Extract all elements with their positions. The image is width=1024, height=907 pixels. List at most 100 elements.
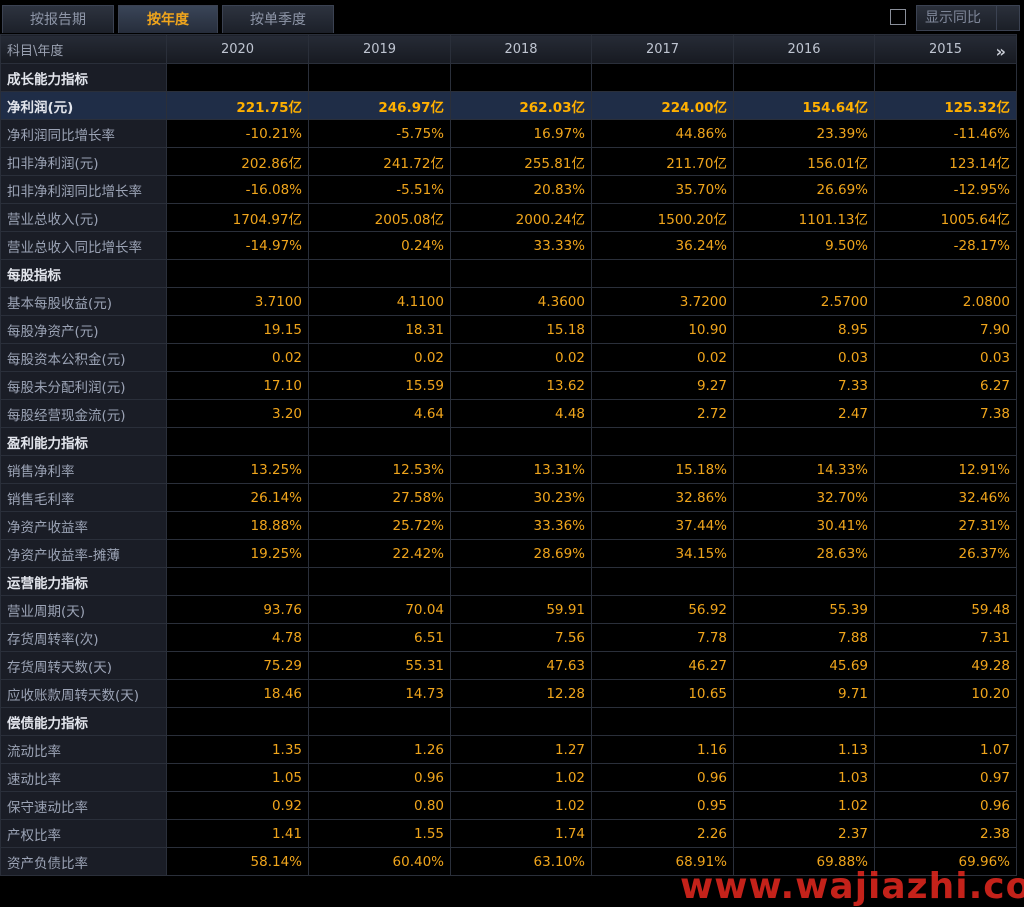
table-cell: -28.17% bbox=[874, 231, 1017, 260]
table-cell: 0.96 bbox=[874, 791, 1017, 820]
table-cell: 202.86亿 bbox=[166, 147, 309, 176]
year-header[interactable]: 2017 bbox=[591, 34, 734, 64]
table-cell bbox=[733, 427, 875, 456]
table-cell: 9.27 bbox=[591, 371, 734, 400]
table-cell: 18.46 bbox=[166, 679, 309, 708]
table-cell: 59.91 bbox=[450, 595, 592, 624]
table-cell: 7.90 bbox=[874, 315, 1017, 344]
table-cell bbox=[166, 63, 309, 92]
table-cell: -5.75% bbox=[308, 119, 451, 148]
table-cell: 6.51 bbox=[308, 623, 451, 652]
table-cell: 0.02 bbox=[450, 343, 592, 372]
table-cell: 10.65 bbox=[591, 679, 734, 708]
row-label: 应收账款周转天数(天) bbox=[0, 679, 167, 708]
table-cell: 36.24% bbox=[591, 231, 734, 260]
table-cell: 0.92 bbox=[166, 791, 309, 820]
table-cell: 22.42% bbox=[308, 539, 451, 568]
table-cell: 7.31 bbox=[874, 623, 1017, 652]
table-cell: 7.33 bbox=[733, 371, 875, 400]
table-cell: 1101.13亿 bbox=[733, 203, 875, 232]
table-cell: 18.88% bbox=[166, 511, 309, 540]
tab-by-year[interactable]: 按年度 bbox=[118, 5, 218, 33]
row-label: 保守速动比率 bbox=[0, 791, 167, 820]
table-cell: 17.10 bbox=[166, 371, 309, 400]
row-label: 流动比率 bbox=[0, 735, 167, 764]
table-cell: 0.02 bbox=[166, 343, 309, 372]
table-row: 基本每股收益(元) 3.7100 4.1100 4.3600 3.7200 2.5700 2… bbox=[0, 287, 1017, 316]
table-row: 净资产收益率 18.88% 25.72% 33.36% 37.44% 30.41% 27.3… bbox=[0, 511, 1017, 540]
table-cell bbox=[874, 567, 1017, 596]
table-cell: 1.02 bbox=[450, 763, 592, 792]
table-cell: 2.47 bbox=[733, 399, 875, 428]
more-columns-icon[interactable]: » bbox=[996, 42, 1006, 61]
table-cell: 1.55 bbox=[308, 819, 451, 848]
table-cell: 26.14% bbox=[166, 483, 309, 512]
table-cell: 13.62 bbox=[450, 371, 592, 400]
table-cell: 3.7200 bbox=[591, 287, 734, 316]
year-header[interactable]: 2020 bbox=[166, 34, 309, 64]
table-cell bbox=[166, 567, 309, 596]
table-cell: 37.44% bbox=[591, 511, 734, 540]
table-cell: 0.96 bbox=[308, 763, 451, 792]
tab-by-quarter[interactable]: 按单季度 bbox=[222, 5, 334, 33]
table-cell: 255.81亿 bbox=[450, 147, 592, 176]
section-title: 成长能力指标 bbox=[0, 63, 167, 92]
table-cell: 75.29 bbox=[166, 651, 309, 680]
table-cell: 60.40% bbox=[308, 847, 451, 876]
year-header[interactable]: 2016 bbox=[733, 34, 875, 64]
row-label: 净利润同比增长率 bbox=[0, 119, 167, 148]
table-cell: 2000.24亿 bbox=[450, 203, 592, 232]
table-row: 净利润同比增长率 -10.21% -5.75% 16.97% 44.86% 23.39% -… bbox=[0, 119, 1017, 148]
table-cell bbox=[591, 707, 734, 736]
table-cell: 26.69% bbox=[733, 175, 875, 204]
row-label: 存货周转率(次) bbox=[0, 623, 167, 652]
table-cell bbox=[874, 707, 1017, 736]
section-row: 盈利能力指标 bbox=[0, 427, 1017, 456]
table-cell: -5.51% bbox=[308, 175, 451, 204]
table-cell: 1.27 bbox=[450, 735, 592, 764]
table-row: 净资产收益率-摊薄 19.25% 22.42% 28.69% 34.15% 28.63% 2… bbox=[0, 539, 1017, 568]
table-cell: 262.03亿 bbox=[450, 91, 592, 120]
row-label: 净资产收益率 bbox=[0, 511, 167, 540]
table-cell: 0.24% bbox=[308, 231, 451, 260]
table-cell: 55.39 bbox=[733, 595, 875, 624]
table-row: 扣非净利润(元) 202.86亿 241.72亿 255.81亿 211.70亿 156.… bbox=[0, 147, 1017, 176]
table-cell: 2.5700 bbox=[733, 287, 875, 316]
table-row: 每股未分配利润(元) 17.10 15.59 13.62 9.27 7.33 6.27 bbox=[0, 371, 1017, 400]
table-row: 每股净资产(元) 19.15 18.31 15.18 10.90 8.95 7.90 bbox=[0, 315, 1017, 344]
table-row: 销售毛利率 26.14% 27.58% 30.23% 32.86% 32.70% 32.46… bbox=[0, 483, 1017, 512]
table-cell: 1.02 bbox=[450, 791, 592, 820]
table-row: 存货周转天数(天) 75.29 55.31 47.63 46.27 45.69 49.28 bbox=[0, 651, 1017, 680]
table-cell: -12.95% bbox=[874, 175, 1017, 204]
table-cell: 15.18% bbox=[591, 455, 734, 484]
table-cell bbox=[733, 707, 875, 736]
table-cell: 28.63% bbox=[733, 539, 875, 568]
table-cell: 30.41% bbox=[733, 511, 875, 540]
table-cell: 6.27 bbox=[874, 371, 1017, 400]
table-cell bbox=[874, 63, 1017, 92]
table-cell bbox=[591, 567, 734, 596]
year-header[interactable]: 2018 bbox=[450, 34, 592, 64]
table-cell: 4.78 bbox=[166, 623, 309, 652]
yoy-dropdown[interactable]: 显示同比 bbox=[916, 5, 1020, 31]
table-cell: 12.53% bbox=[308, 455, 451, 484]
tab-by-report-period[interactable]: 按报告期 bbox=[2, 5, 114, 33]
yoy-checkbox[interactable] bbox=[890, 9, 906, 25]
year-header-last[interactable]: 2015 » bbox=[874, 34, 1017, 64]
table-row: 存货周转率(次) 4.78 6.51 7.56 7.78 7.88 7.31 bbox=[0, 623, 1017, 652]
table-cell bbox=[450, 707, 592, 736]
table-cell: 16.97% bbox=[450, 119, 592, 148]
year-header[interactable]: 2019 bbox=[308, 34, 451, 64]
table-cell: 156.01亿 bbox=[733, 147, 875, 176]
table-cell: 2.37 bbox=[733, 819, 875, 848]
row-label: 产权比率 bbox=[0, 819, 167, 848]
table-cell: 8.95 bbox=[733, 315, 875, 344]
table-cell: -16.08% bbox=[166, 175, 309, 204]
table-cell bbox=[450, 63, 592, 92]
table-cell: 154.64亿 bbox=[733, 91, 875, 120]
table-cell bbox=[591, 259, 734, 288]
table-cell: 0.03 bbox=[874, 343, 1017, 372]
table-cell: 28.69% bbox=[450, 539, 592, 568]
table-cell: 46.27 bbox=[591, 651, 734, 680]
year-header-label: 2015 bbox=[928, 41, 963, 57]
